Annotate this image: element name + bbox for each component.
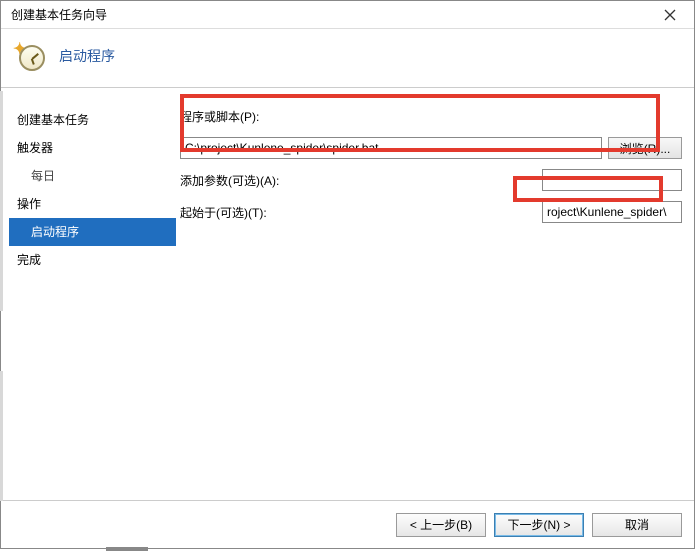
script-input-row: 浏览(R)... — [180, 136, 682, 160]
startin-row: 起始于(可选)(T): — [180, 200, 682, 224]
sidebar-item-start-program[interactable]: 启动程序 — [9, 218, 176, 246]
startin-input[interactable] — [542, 201, 682, 223]
sidebar-item-finish[interactable]: 完成 — [9, 246, 176, 274]
page-title: 启动程序 — [59, 46, 115, 66]
sidebar-item-action[interactable]: 操作 — [9, 190, 176, 218]
back-button[interactable]: < 上一步(B) — [396, 513, 486, 537]
startin-label: 起始于(可选)(T): — [180, 204, 280, 221]
script-path-input[interactable] — [180, 137, 602, 159]
decorative-bar — [0, 371, 3, 501]
wizard-window: 创建基本任务向导 ✦ 启动程序 创建基本任务 触发器 每日 操作 启动程序 完成… — [0, 0, 695, 549]
decorative-bar — [0, 91, 3, 311]
args-label: 添加参数(可选)(A): — [180, 172, 280, 189]
close-button[interactable] — [650, 2, 690, 28]
titlebar: 创建基本任务向导 — [1, 1, 694, 29]
cancel-button[interactable]: 取消 — [592, 513, 682, 537]
browse-button[interactable]: 浏览(R)... — [608, 137, 682, 159]
script-label: 程序或脚本(P): — [180, 108, 280, 125]
script-label-row: 程序或脚本(P): — [180, 104, 682, 128]
next-button[interactable]: 下一步(N) > — [494, 513, 584, 537]
wizard-sidebar: 创建基本任务 触发器 每日 操作 启动程序 完成 — [1, 88, 176, 500]
wizard-content: 程序或脚本(P): 浏览(R)... 添加参数(可选)(A): 起始于(可选)(… — [176, 88, 694, 500]
clock-icon: ✦ — [15, 41, 45, 71]
sidebar-item-trigger[interactable]: 触发器 — [9, 134, 176, 162]
wizard-body: 创建基本任务 触发器 每日 操作 启动程序 完成 程序或脚本(P): 浏览(R)… — [1, 88, 694, 500]
sidebar-item-create-task[interactable]: 创建基本任务 — [9, 106, 176, 134]
args-row: 添加参数(可选)(A): — [180, 168, 682, 192]
wizard-footer: < 上一步(B) 下一步(N) > 取消 — [1, 500, 694, 548]
wizard-header: ✦ 启动程序 — [1, 29, 694, 88]
args-input[interactable] — [542, 169, 682, 191]
sidebar-item-daily[interactable]: 每日 — [9, 162, 176, 190]
window-title: 创建基本任务向导 — [11, 6, 107, 23]
decorative-bar — [106, 547, 148, 551]
